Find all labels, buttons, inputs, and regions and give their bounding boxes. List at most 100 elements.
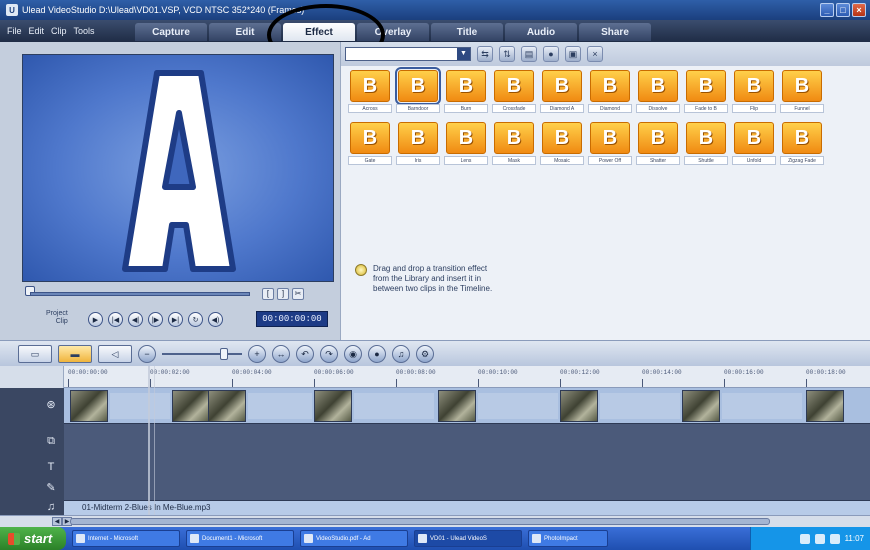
home-icon[interactable]: |◀ <box>108 312 123 327</box>
repeat-icon[interactable]: ↻ <box>188 312 203 327</box>
music-icon[interactable]: ♫ <box>392 344 410 363</box>
taskbar-item[interactable]: VideoStudio.pdf - Ad <box>300 530 408 547</box>
effect-barndoor[interactable]: B Barndoor <box>395 67 441 114</box>
effect-dissolve[interactable]: B Dissolve <box>635 70 681 114</box>
tab-capture[interactable]: Capture <box>135 23 207 41</box>
effect-across[interactable]: B Across <box>347 70 393 114</box>
effect-fade-to-b[interactable]: B Fade to B <box>683 70 729 114</box>
undo-icon[interactable]: ↶ <box>296 344 314 363</box>
minimize-button[interactable]: _ <box>820 3 834 17</box>
next-frame-icon[interactable]: |▶ <box>148 312 163 327</box>
apply-transition-icon[interactable]: ⇆ <box>477 46 493 62</box>
web-icon[interactable]: ● <box>543 46 559 62</box>
mark-in-button[interactable]: [ <box>262 288 274 300</box>
zoom-in-icon[interactable]: + <box>248 344 266 363</box>
effect-funnel[interactable]: B Funnel <box>779 70 825 114</box>
video-clip[interactable] <box>682 390 720 422</box>
effect-flip[interactable]: B Flip <box>731 70 777 114</box>
music-track[interactable]: 01-Midterm 2-Blues In Me-Blue.mp3 <box>64 500 870 515</box>
menu-clip[interactable]: Clip <box>51 26 67 36</box>
menu-file[interactable]: File <box>7 26 22 36</box>
scroll-left-icon[interactable]: ◀ <box>52 517 62 526</box>
tab-share[interactable]: Share <box>579 23 651 41</box>
zoom-out-icon[interactable]: − <box>138 344 156 363</box>
effect-shuttle[interactable]: B Shuttle <box>683 122 729 166</box>
video-clip-span[interactable] <box>110 393 170 419</box>
effect-power-off[interactable]: B Power Off <box>587 122 633 166</box>
timecode-display[interactable]: 00:00:00:00 <box>256 311 328 327</box>
security-icon[interactable] <box>829 533 840 544</box>
scrollbar-thumb[interactable] <box>70 518 770 525</box>
volume-icon[interactable] <box>814 533 825 544</box>
effect-mask[interactable]: B Mask <box>491 122 537 166</box>
timeline-scrollbar[interactable]: ◀ ▶ <box>0 515 870 527</box>
video-clip[interactable] <box>806 390 844 422</box>
video-clip-span[interactable] <box>354 393 434 419</box>
taskbar-item[interactable]: Internet - Microsoft <box>72 530 180 547</box>
folder-icon[interactable]: ▣ <box>565 46 581 62</box>
video-clip[interactable] <box>560 390 598 422</box>
tab-audio[interactable]: Audio <box>505 23 577 41</box>
voice-track-icon[interactable]: ✎ <box>38 481 64 495</box>
tab-edit[interactable]: Edit <box>209 23 281 41</box>
timeline-ruler[interactable]: 00:00:00:00 00:00:02:00 00:00:04:00 00:0… <box>0 366 870 388</box>
video-clip-span[interactable] <box>600 393 680 419</box>
effect-crossfade[interactable]: B Crossfade <box>491 70 537 114</box>
tab-overlay[interactable]: Overlay <box>357 23 429 41</box>
zoom-slider[interactable] <box>162 347 242 360</box>
timeline-view-button[interactable]: ▬ <box>58 344 92 363</box>
record-icon[interactable]: ● <box>368 344 386 363</box>
previous-frame-icon[interactable]: ◀| <box>128 312 143 327</box>
project-clip-toggle[interactable]: Project Clip <box>46 310 68 326</box>
menu-tools[interactable]: Tools <box>74 26 95 36</box>
end-icon[interactable]: ▶| <box>168 312 183 327</box>
apply-random-icon[interactable]: ⇅ <box>499 46 515 62</box>
video-clip-span[interactable] <box>722 393 802 419</box>
video-track[interactable] <box>64 388 870 424</box>
close-button[interactable]: × <box>852 3 866 17</box>
network-icon[interactable] <box>799 533 810 544</box>
library-category-select[interactable]: ▼ <box>345 47 471 61</box>
taskbar-item[interactable]: PhotoImpact <box>528 530 608 547</box>
video-clip[interactable] <box>208 390 246 422</box>
tab-effect[interactable]: Effect <box>283 23 355 41</box>
effect-iris[interactable]: B Iris <box>395 122 441 166</box>
effect-gate[interactable]: B Gate <box>347 122 393 166</box>
taskbar-item[interactable]: Document1 - Microsoft <box>186 530 294 547</box>
audio-view-button[interactable]: ◁ <box>98 344 132 363</box>
overlay-track-icon[interactable]: ⧉ <box>38 435 64 449</box>
video-clip[interactable] <box>314 390 352 422</box>
effect-diamond[interactable]: B Diamond <box>587 70 633 114</box>
video-clip[interactable] <box>172 390 210 422</box>
cut-clip-button[interactable]: ✂ <box>292 288 304 300</box>
effect-shatter[interactable]: B Shatter <box>635 122 681 166</box>
effect-lens[interactable]: B Lens <box>443 122 489 166</box>
music-track-icon[interactable]: ♫ <box>38 501 64 515</box>
library-manager-icon[interactable]: ▤ <box>521 46 537 62</box>
redo-icon[interactable]: ↷ <box>320 344 338 363</box>
video-clip[interactable] <box>70 390 108 422</box>
play-button[interactable]: ▶ <box>88 312 103 327</box>
effect-mosaic[interactable]: B Mosaic <box>539 122 585 166</box>
menu-edit[interactable]: Edit <box>29 26 45 36</box>
effect-diamond-a[interactable]: B Diamond A <box>539 70 585 114</box>
title-track-icon[interactable]: T <box>38 461 64 475</box>
video-track-icon[interactable]: ⊛ <box>38 398 64 412</box>
scrubber-track[interactable] <box>30 292 250 296</box>
batch-convert-icon[interactable]: ⚙ <box>416 344 434 363</box>
timeline-playhead[interactable] <box>148 366 150 516</box>
smart-render-icon[interactable]: ◉ <box>344 344 362 363</box>
close-icon[interactable]: × <box>587 46 603 62</box>
mark-out-button[interactable]: ] <box>277 288 289 300</box>
volume-icon[interactable]: ◀) <box>208 312 223 327</box>
start-button[interactable]: start <box>0 527 66 550</box>
storyboard-view-button[interactable]: ▭ <box>18 344 52 363</box>
video-clip-span[interactable] <box>478 393 558 419</box>
effect-zigzag-fade[interactable]: B Zigzag Fade <box>779 122 825 166</box>
taskbar-item[interactable]: VD01 - Ulead VideoS <box>414 530 522 547</box>
video-clip[interactable] <box>438 390 476 422</box>
maximize-button[interactable]: □ <box>836 3 850 17</box>
effect-burn[interactable]: B Burn <box>443 70 489 114</box>
tab-title[interactable]: Title <box>431 23 503 41</box>
effect-unfold[interactable]: B Unfold <box>731 122 777 166</box>
